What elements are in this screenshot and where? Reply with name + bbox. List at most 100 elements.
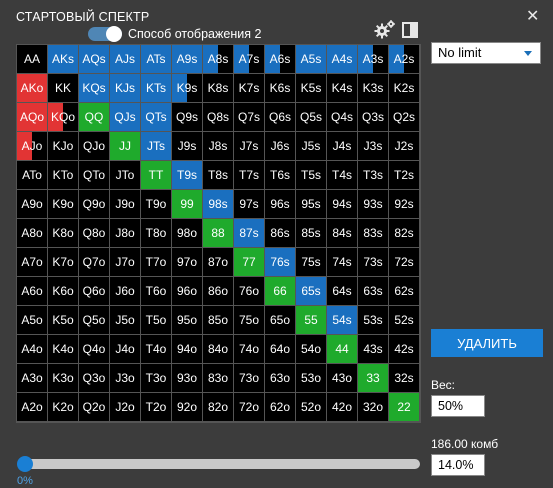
hand-cell[interactable]: 85s (296, 219, 327, 248)
hand-cell[interactable]: T9s (172, 161, 203, 190)
hand-cell[interactable]: Q3s (358, 103, 389, 132)
delete-button[interactable]: УДАЛИТЬ (431, 329, 543, 357)
hand-cell[interactable]: 75o (234, 306, 265, 335)
hand-cell[interactable]: Q7s (234, 103, 265, 132)
hand-cell[interactable]: 75s (296, 248, 327, 277)
hand-cell[interactable]: K2s (389, 74, 420, 103)
hand-cell[interactable]: 96s (265, 190, 296, 219)
hand-cell[interactable]: 43s (358, 335, 389, 364)
hand-cell[interactable]: KJs (110, 74, 141, 103)
hand-cell[interactable]: A7o (17, 248, 48, 277)
hand-cell[interactable]: 87s (234, 219, 265, 248)
hand-cell[interactable]: 63o (265, 364, 296, 393)
hand-cell[interactable]: AJo (17, 132, 48, 161)
hand-cell[interactable]: A3s (358, 45, 389, 74)
hand-cell[interactable]: QQ (79, 103, 110, 132)
hand-cell[interactable]: 54o (296, 335, 327, 364)
hand-cell[interactable]: KJo (48, 132, 79, 161)
hand-cell[interactable]: J6o (110, 277, 141, 306)
hand-cell[interactable]: K9s (172, 74, 203, 103)
hand-cell[interactable]: T6s (265, 161, 296, 190)
range-slider-track[interactable] (22, 459, 420, 469)
hand-cell[interactable]: 64o (265, 335, 296, 364)
hand-cell[interactable]: K5o (48, 306, 79, 335)
hand-cell[interactable]: Q3o (79, 364, 110, 393)
hand-cell[interactable]: A2o (17, 393, 48, 422)
hand-cell[interactable]: 86s (265, 219, 296, 248)
hand-cell[interactable]: 73s (358, 248, 389, 277)
hand-cell[interactable]: 55 (296, 306, 327, 335)
hand-cell[interactable]: A6o (17, 277, 48, 306)
hand-cell[interactable]: 88 (203, 219, 234, 248)
hand-cell[interactable]: 63s (358, 277, 389, 306)
hand-cell[interactable]: T4o (141, 335, 172, 364)
hand-cell[interactable]: 66 (265, 277, 296, 306)
hand-cell[interactable]: K4o (48, 335, 79, 364)
hand-cell[interactable]: 42o (327, 393, 358, 422)
hand-cell[interactable]: A4s (327, 45, 358, 74)
hand-cell[interactable]: T2s (389, 161, 420, 190)
hand-cell[interactable]: 74o (234, 335, 265, 364)
hand-cell[interactable]: Q9o (79, 190, 110, 219)
hand-cell[interactable]: 32s (389, 364, 420, 393)
range-slider-handle[interactable] (17, 456, 33, 472)
hand-cell[interactable]: QJs (110, 103, 141, 132)
hand-cell[interactable]: 96o (172, 277, 203, 306)
weight-input[interactable]: 50% (431, 395, 485, 417)
hand-cell[interactable]: K3s (358, 74, 389, 103)
hand-cell[interactable]: 42s (389, 335, 420, 364)
hand-cell[interactable]: A6s (265, 45, 296, 74)
hand-cell[interactable]: J3o (110, 364, 141, 393)
hand-cell[interactable]: 64s (327, 277, 358, 306)
hand-cell[interactable]: Q8s (203, 103, 234, 132)
hand-cell[interactable]: K8o (48, 219, 79, 248)
hand-cell[interactable]: 93o (172, 364, 203, 393)
hand-cell[interactable]: Q8o (79, 219, 110, 248)
hand-cell[interactable]: 84s (327, 219, 358, 248)
hand-cell[interactable]: 87o (203, 248, 234, 277)
hand-cell[interactable]: 22 (389, 393, 420, 422)
hand-cell[interactable]: K9o (48, 190, 79, 219)
hand-cell[interactable]: 98o (172, 219, 203, 248)
hand-cell[interactable]: Q5s (296, 103, 327, 132)
hand-cell[interactable]: Q2o (79, 393, 110, 422)
hand-cell[interactable]: 97o (172, 248, 203, 277)
hand-cell[interactable]: A5o (17, 306, 48, 335)
hand-cell[interactable]: 95s (296, 190, 327, 219)
hand-cell[interactable]: KTs (141, 74, 172, 103)
hand-cell[interactable]: ATs (141, 45, 172, 74)
hand-cell[interactable]: AQo (17, 103, 48, 132)
hand-cell[interactable]: QTs (141, 103, 172, 132)
panel-icon[interactable] (402, 22, 418, 38)
hand-cell[interactable]: 92s (389, 190, 420, 219)
hand-cell[interactable]: AA (17, 45, 48, 74)
hand-cell[interactable]: Q7o (79, 248, 110, 277)
hand-cell[interactable]: 84o (203, 335, 234, 364)
hand-cell[interactable]: K7s (234, 74, 265, 103)
hand-cell[interactable]: T8s (203, 161, 234, 190)
hand-cell[interactable]: 77 (234, 248, 265, 277)
hand-cell[interactable]: K5s (296, 74, 327, 103)
hand-cell[interactable]: AJs (110, 45, 141, 74)
hand-cell[interactable]: 93s (358, 190, 389, 219)
hand-cell[interactable]: J9o (110, 190, 141, 219)
hand-cell[interactable]: JTo (110, 161, 141, 190)
hand-cell[interactable]: 73o (234, 364, 265, 393)
hand-cell[interactable]: T5s (296, 161, 327, 190)
hand-cell[interactable]: JJ (110, 132, 141, 161)
hand-cell[interactable]: K4s (327, 74, 358, 103)
hand-cell[interactable]: J6s (265, 132, 296, 161)
hand-cell[interactable]: AKs (48, 45, 79, 74)
hand-cell[interactable]: 65s (296, 277, 327, 306)
hand-cell[interactable]: 98s (203, 190, 234, 219)
hand-cell[interactable]: K6o (48, 277, 79, 306)
hand-cell[interactable]: 76o (234, 277, 265, 306)
hand-cell[interactable]: T2o (141, 393, 172, 422)
hand-cell[interactable]: 54s (327, 306, 358, 335)
hand-cell[interactable]: J7o (110, 248, 141, 277)
display-mode-toggle[interactable] (88, 26, 122, 42)
hand-cell[interactable]: T3s (358, 161, 389, 190)
hand-cell[interactable]: K8s (203, 74, 234, 103)
hand-cell[interactable]: QJo (79, 132, 110, 161)
hand-cell[interactable]: J2o (110, 393, 141, 422)
